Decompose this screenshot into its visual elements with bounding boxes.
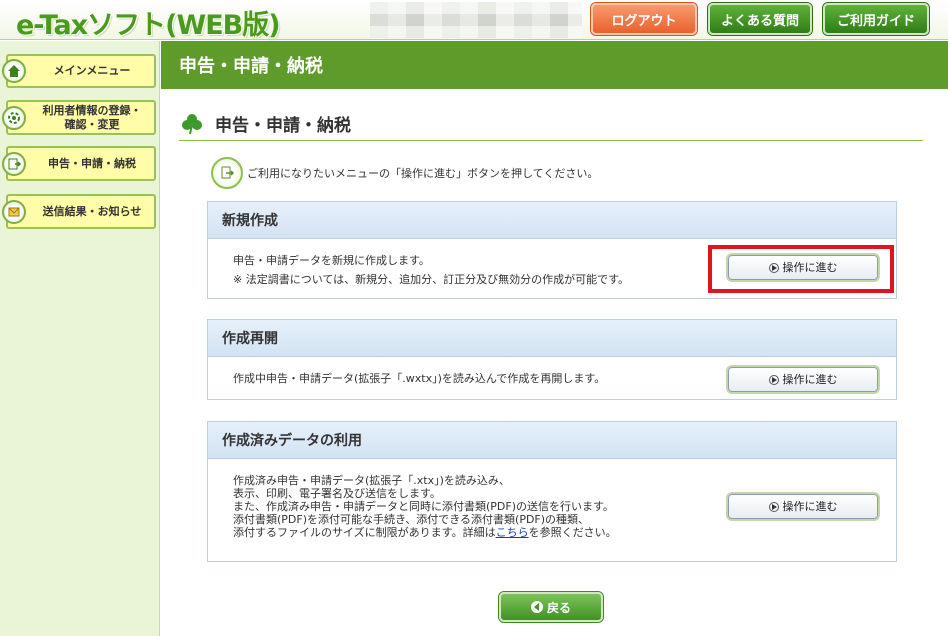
panel-text: 作成中申告・申請データ(拡張子「.wxtx」)を読み込んで作成を再開します。 [233, 372, 606, 385]
home-icon [2, 59, 26, 83]
panel-text: 作成済み申告・申請データ(拡張子「.xtx」)を読み込み、 [233, 474, 510, 487]
panel-new: 新規作成 申告・申請データを新規に作成します。 ※ 法定調書については、新規分、… [207, 201, 897, 299]
play-icon [768, 262, 779, 273]
main-content: 申告・申請・納税 ご利用になりたいメニューの「操作に進む」ボタンを押してください… [161, 89, 948, 636]
sidebar-item-results[interactable]: 送信結果・お知らせ [2, 194, 156, 229]
panel-title: 作成再開 [208, 320, 896, 357]
sidebar-item-label: 申告・申請・納税 [48, 156, 136, 170]
page-title: 申告・申請・納税 [161, 41, 948, 89]
panel-title: 作成済みデータの利用 [208, 422, 896, 459]
clover-icon [182, 113, 202, 134]
sidebar-item-label: 送信結果・お知らせ [42, 204, 142, 218]
sidebar: メインメニュー 利用者情報の登録・ 確認・変更 申告・申請・納税 送信結果・お知… [0, 41, 160, 636]
details-link[interactable]: こちら [496, 526, 529, 539]
document-arrow-icon [2, 151, 26, 176]
panel-text: 表示、印刷、電子署名及び送信をします。 [233, 487, 441, 500]
panel-text: 添付書類(PDF)を添付可能な手続き、添付できる添付書類(PDF)の種類、 [233, 513, 590, 526]
sidebar-item-filing[interactable]: 申告・申請・納税 [2, 146, 156, 181]
faq-button[interactable]: よくある質問 [708, 3, 812, 35]
guide-button[interactable]: ご利用ガイド [823, 3, 929, 35]
back-arrow-icon [530, 601, 543, 613]
logout-button[interactable]: ログアウト [591, 3, 697, 35]
play-icon [768, 374, 779, 385]
gear-icon [2, 105, 26, 130]
sidebar-item-main-menu[interactable]: メインメニュー [2, 54, 156, 88]
instruction: ご利用になりたいメニューの「操作に進む」ボタンを押してください。 [211, 157, 598, 189]
app-header: e-Taxソフト(WEB版) ログアウト よくある質問 ご利用ガイド [0, 0, 948, 41]
proceed-button-resume[interactable]: 操作に進む [728, 367, 878, 392]
notice-icon [2, 199, 26, 224]
sidebar-item-label: メインメニュー [53, 64, 131, 77]
sidebar-item-user-info[interactable]: 利用者情報の登録・ 確認・変更 [2, 100, 156, 135]
section-title-text: 申告・申請・納税 [215, 116, 351, 136]
pointer-icon [211, 157, 243, 189]
app-logo: e-Taxソフト(WEB版) [16, 10, 281, 41]
instruction-text: ご利用になりたいメニューの「操作に進む」ボタンを押してください。 [247, 167, 599, 180]
panel-text: また、作成済み申告・申請データと同時に添付書類(PDF)の送信を行います。 [233, 500, 614, 513]
panel-created-data: 作成済みデータの利用 作成済み申告・申請データ(拡張子「.xtx」)を読み込み、… [207, 421, 897, 562]
panel-title: 新規作成 [208, 202, 896, 239]
play-icon [768, 501, 779, 512]
panel-resume: 作成再開 作成中申告・申請データ(拡張子「.wxtx」)を読み込んで作成を再開し… [207, 319, 897, 400]
back-button[interactable]: 戻る [499, 592, 603, 622]
sidebar-item-label-line1: 利用者情報の登録・ [42, 103, 142, 117]
panel-text: 申告・申請データを新規に作成します。 [233, 254, 430, 267]
proceed-button-created[interactable]: 操作に進む [728, 494, 878, 519]
panel-note: ※ 法定調書については、新規分、追加分、訂正分及び無効分の作成が可能です。 [233, 273, 630, 286]
blurred-user-info [370, 2, 582, 38]
sidebar-item-label-line2: 確認・変更 [64, 117, 120, 131]
proceed-button-new[interactable]: 操作に進む [728, 255, 878, 280]
section-heading: 申告・申請・納税 [179, 107, 923, 141]
panel-text-with-link: 添付するファイルのサイズに制限があります。詳細はこちらを参照ください。 [233, 526, 617, 539]
